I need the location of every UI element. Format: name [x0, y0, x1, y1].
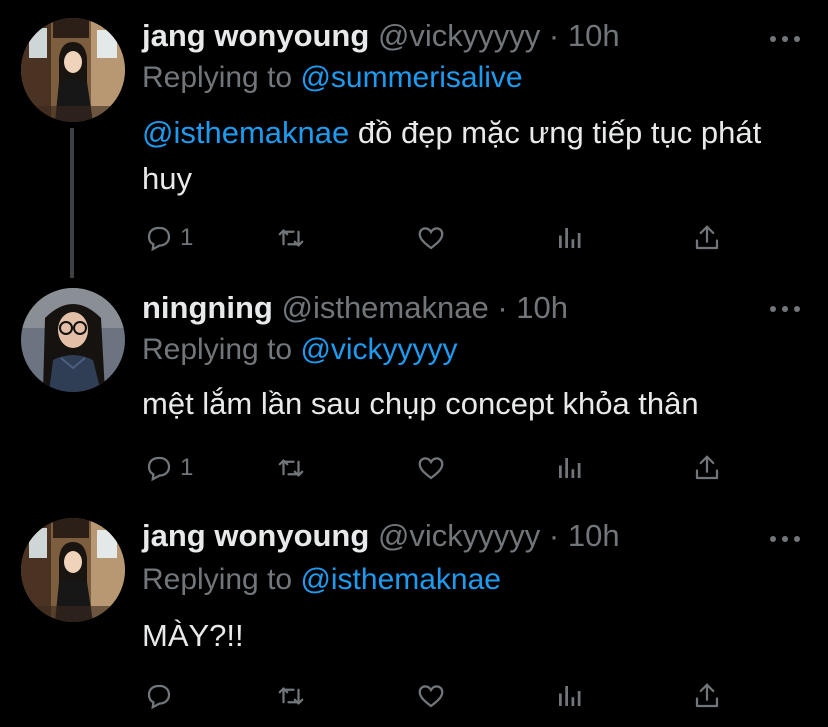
tweet-text-content: MÀY?!!	[142, 618, 244, 653]
tweet-3[interactable]: jang wonyoung @vickyyyyy · 10h Replying …	[0, 518, 828, 727]
reply-icon	[147, 226, 171, 252]
display-name[interactable]: jang wonyoung	[142, 18, 369, 53]
share-button[interactable]	[692, 448, 722, 488]
replying-to-link[interactable]: @isthemaknae	[300, 563, 501, 596]
replying-prefix: Replying to	[142, 333, 293, 366]
replying-to: Replying to @summerisalive	[142, 58, 523, 98]
retweet-button[interactable]	[276, 676, 306, 716]
username[interactable]: @vickyyyyy	[378, 518, 540, 553]
tweet-1[interactable]: jang wonyoung @vickyyyyy · 10h Replying …	[0, 18, 828, 268]
replying-prefix: Replying to	[142, 61, 293, 94]
separator-dot: ·	[497, 290, 508, 325]
share-icon	[695, 225, 719, 250]
tweet-header: jang wonyoung @vickyyyyy · 10h	[142, 16, 620, 56]
analytics-icon	[559, 686, 581, 706]
display-name[interactable]: ningning	[142, 290, 273, 325]
share-icon	[695, 455, 719, 480]
avatar-ningning[interactable]	[21, 288, 125, 392]
display-name[interactable]: jang wonyoung	[142, 518, 369, 553]
username[interactable]: @vickyyyyy	[378, 18, 540, 53]
username[interactable]: @isthemaknae	[281, 290, 488, 325]
retweet-icon	[278, 687, 304, 705]
replying-to-link[interactable]: @vickyyyyy	[300, 333, 457, 366]
tweet-text: MÀY?!!	[142, 613, 802, 659]
tweet-2[interactable]: ningning @isthemaknae · 10h Replying to …	[0, 288, 828, 488]
replying-to-link[interactable]: @summerisalive	[300, 61, 522, 94]
like-button[interactable]	[416, 448, 446, 488]
tweet-text: mệt lắm lần sau chụp concept khỏa thân	[142, 381, 802, 427]
analytics-icon	[559, 228, 581, 248]
timestamp[interactable]: 10h	[568, 518, 620, 553]
retweet-button[interactable]	[276, 218, 306, 258]
replying-prefix: Replying to	[142, 563, 293, 596]
tweet-text: @isthemaknae đồ đẹp mặc ưng tiếp tục phá…	[142, 110, 802, 202]
replying-to: Replying to @isthemaknae	[142, 560, 501, 600]
reply-icon	[147, 456, 171, 482]
heart-icon	[418, 685, 444, 708]
more-icon[interactable]	[770, 534, 804, 544]
reply-button[interactable]	[144, 676, 180, 716]
more-icon[interactable]	[770, 304, 804, 314]
tweet-text-content: mệt lắm lần sau chụp concept khỏa thân	[142, 386, 699, 421]
heart-icon	[418, 457, 444, 480]
reply-icon	[147, 684, 171, 710]
retweet-icon	[278, 459, 304, 477]
reply-count: 1	[180, 454, 194, 481]
separator-dot: ·	[548, 518, 560, 553]
share-icon	[695, 683, 719, 708]
analytics-icon	[559, 458, 581, 478]
tweet-actions: 1	[142, 448, 742, 488]
avatar-jang-wonyoung[interactable]	[21, 518, 125, 622]
tweet-header: jang wonyoung @vickyyyyy · 10h	[142, 516, 620, 556]
like-button[interactable]	[416, 218, 446, 258]
timestamp[interactable]: 10h	[568, 18, 620, 53]
reply-count: 1	[180, 224, 194, 251]
heart-icon	[418, 227, 444, 250]
more-icon[interactable]	[770, 34, 804, 44]
reply-button[interactable]: 1	[144, 448, 193, 488]
analytics-button[interactable]	[554, 676, 584, 716]
share-button[interactable]	[692, 676, 722, 716]
analytics-button[interactable]	[554, 218, 584, 258]
separator-dot: ·	[548, 18, 560, 53]
timestamp[interactable]: 10h	[516, 290, 568, 325]
tweet-actions: 1	[142, 218, 742, 258]
retweet-button[interactable]	[276, 448, 306, 488]
avatar-jang-wonyoung[interactable]	[21, 18, 125, 122]
analytics-button[interactable]	[554, 448, 584, 488]
share-button[interactable]	[692, 218, 722, 258]
like-button[interactable]	[416, 676, 446, 716]
retweet-icon	[278, 229, 304, 247]
tweet-actions	[142, 676, 742, 716]
replying-to: Replying to @vickyyyyy	[142, 330, 458, 370]
mention-link[interactable]: @isthemaknae	[142, 115, 349, 150]
reply-button[interactable]: 1	[144, 218, 193, 258]
tweet-header: ningning @isthemaknae · 10h	[142, 288, 568, 328]
